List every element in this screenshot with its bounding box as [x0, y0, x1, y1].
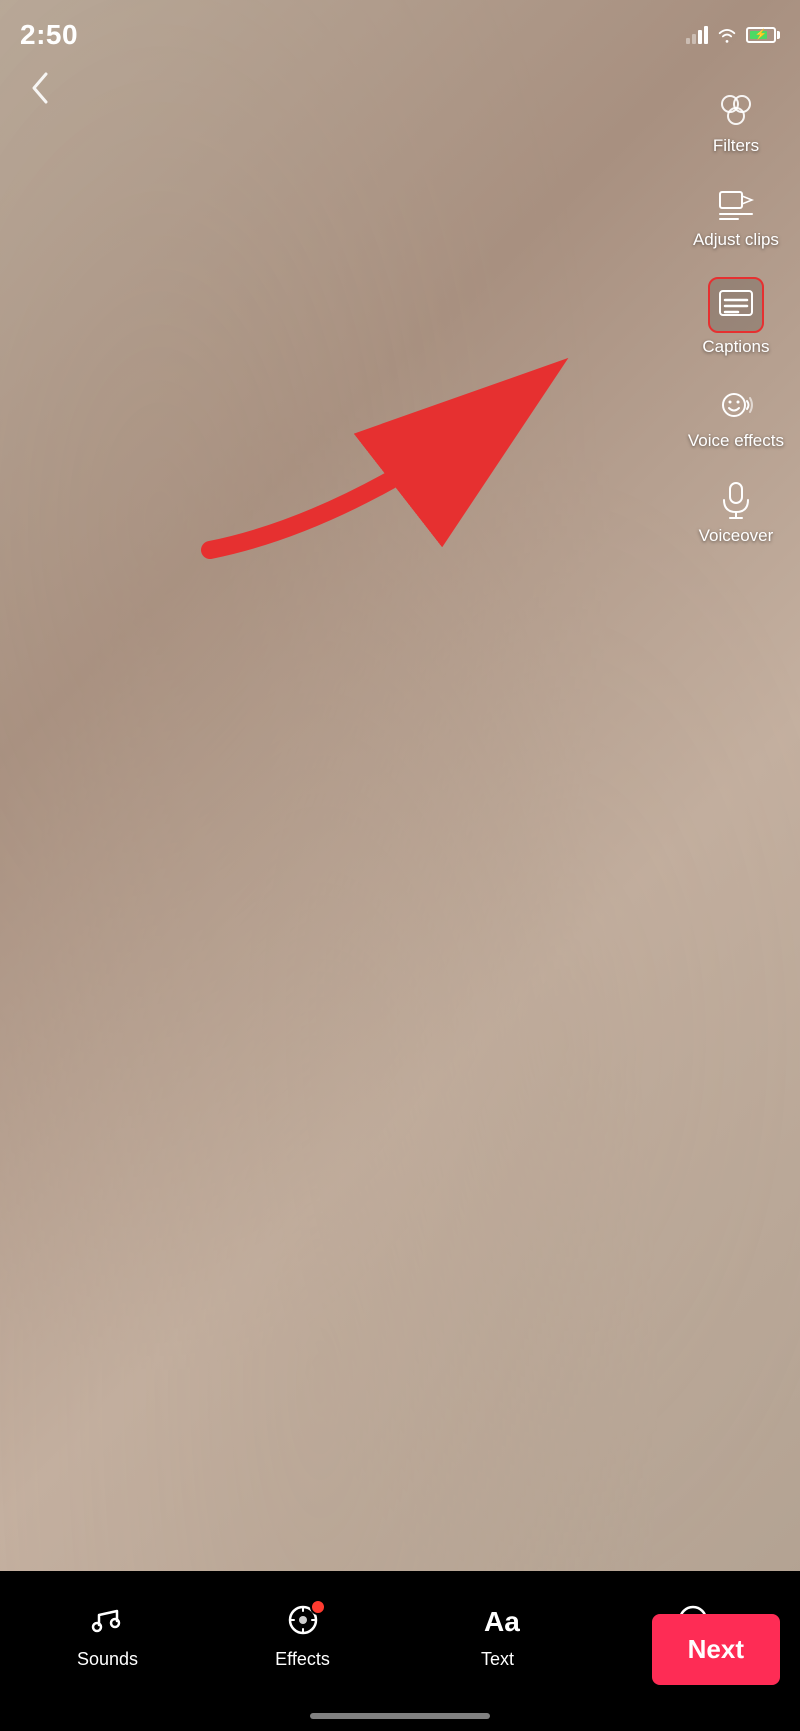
voiceover-button[interactable]: Voiceover [693, 470, 780, 554]
back-button[interactable] [20, 60, 60, 125]
home-bar [310, 1713, 490, 1719]
sounds-label: Sounds [77, 1649, 138, 1670]
filters-icon [714, 88, 758, 132]
wifi-icon [716, 26, 738, 44]
voice-effects-button[interactable]: Voice effects [682, 375, 790, 459]
right-toolbar: Filters Adjust clips Captions [682, 80, 790, 554]
filters-label: Filters [713, 136, 759, 156]
adjust-clips-button[interactable]: Adjust clips [687, 174, 785, 258]
adjust-clips-icon [714, 182, 758, 226]
texture-overlay [0, 0, 800, 1731]
battery-icon: ⚡ [746, 27, 780, 43]
effects-nav-item[interactable]: Effects [205, 1587, 400, 1686]
text-icon: Aa [481, 1603, 515, 1643]
captions-button[interactable]: Captions [696, 269, 775, 365]
adjust-clips-label: Adjust clips [693, 230, 779, 250]
status-icons: ⚡ [686, 26, 780, 44]
sounds-nav-item[interactable]: Sounds [10, 1587, 205, 1686]
next-button[interactable]: Next [652, 1614, 780, 1685]
sounds-icon [91, 1603, 125, 1643]
svg-text:Aa: Aa [484, 1606, 520, 1637]
effects-icon [286, 1603, 320, 1643]
status-bar: 2:50 ⚡ [0, 0, 800, 60]
effects-label: Effects [275, 1649, 330, 1670]
annotation-arrow [160, 320, 640, 580]
captions-label: Captions [702, 337, 769, 357]
home-indicator [0, 1701, 800, 1731]
text-nav-item[interactable]: Aa Text [400, 1587, 595, 1686]
signal-icon [686, 26, 708, 44]
voice-effects-label: Voice effects [688, 431, 784, 451]
voiceover-label: Voiceover [699, 526, 774, 546]
text-label: Text [481, 1649, 514, 1670]
status-time: 2:50 [20, 19, 78, 51]
voice-effects-icon [714, 383, 758, 427]
voiceover-icon [714, 478, 758, 522]
captions-icon [708, 277, 764, 333]
filters-button[interactable]: Filters [707, 80, 765, 164]
